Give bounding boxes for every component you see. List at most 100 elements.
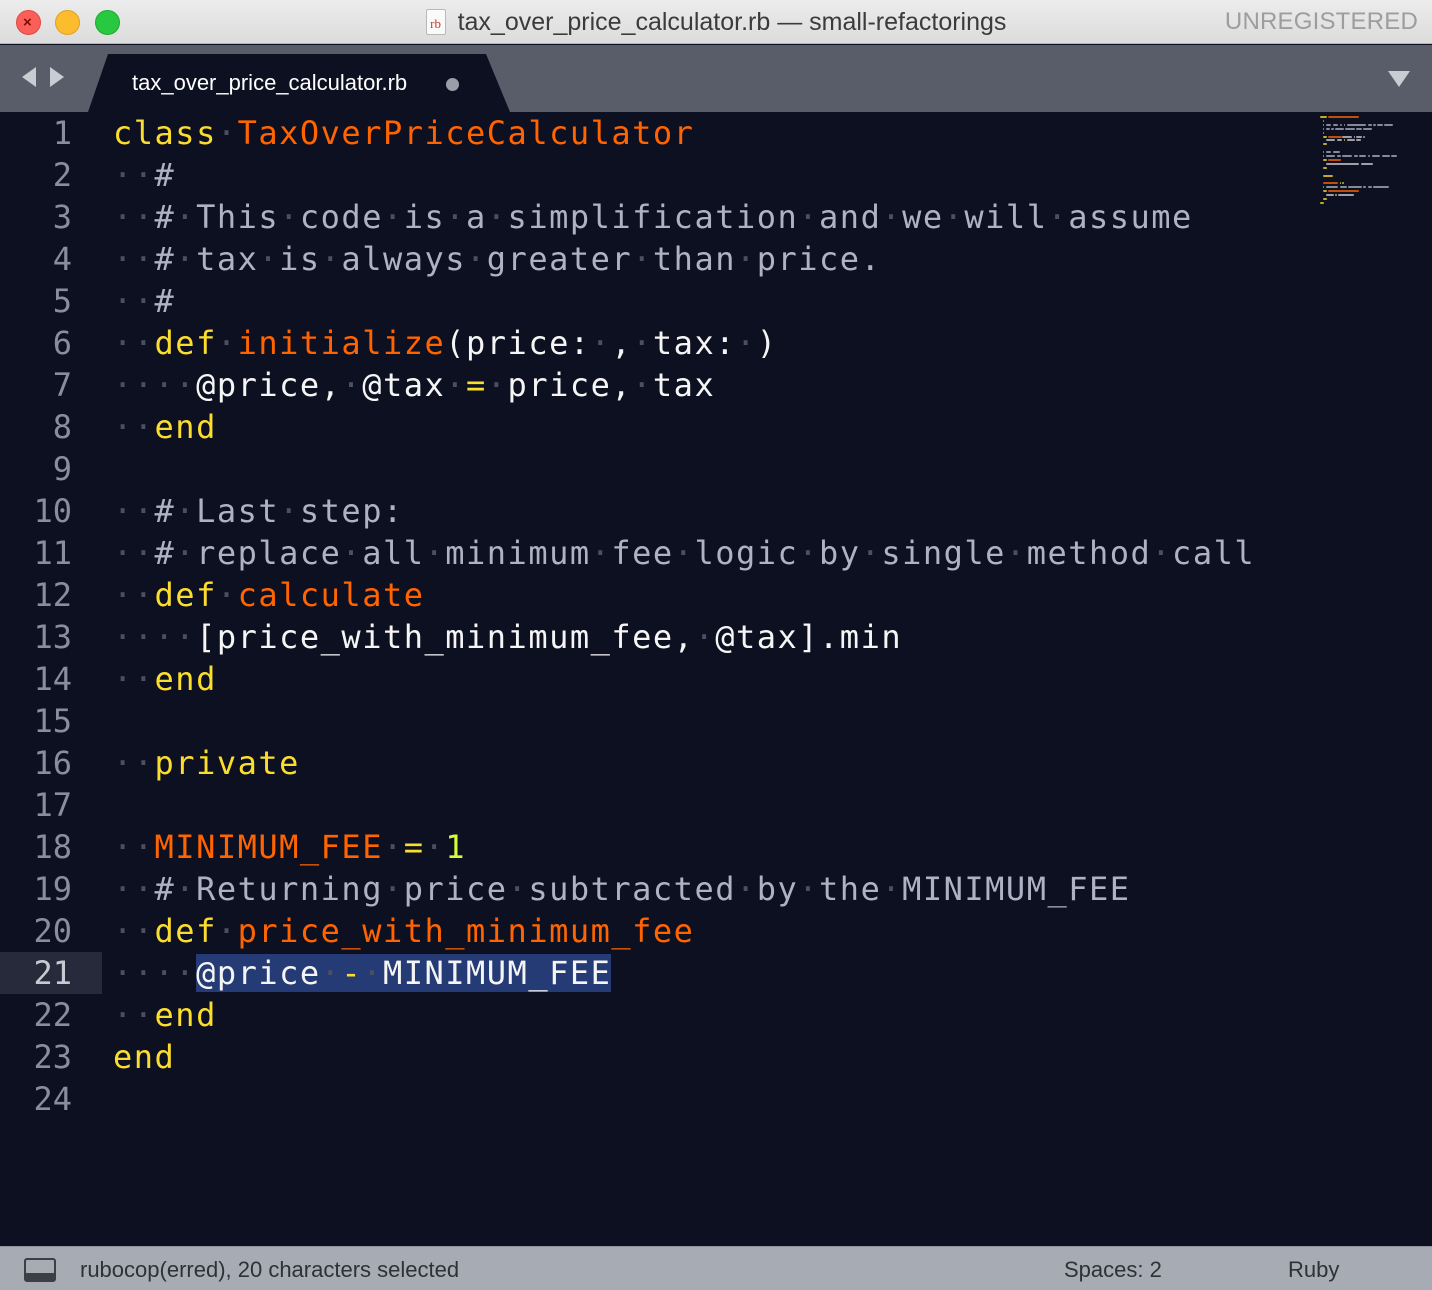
back-arrow-icon[interactable] [22, 67, 36, 87]
line-number: 8 [52, 408, 72, 446]
code-token: · [673, 534, 695, 572]
code-token: a [466, 198, 487, 236]
code-line[interactable]: ··#·replace·all·minimum·fee·logic·by·sin… [113, 532, 1255, 574]
code-line[interactable]: ··def·price_with_minimum_fee [113, 910, 694, 952]
code-token: ·· [113, 912, 155, 950]
code-line[interactable]: ··#·tax·is·always·greater·than·price. [113, 238, 881, 280]
indentation-setting[interactable]: Spaces: 2 [1064, 1257, 1162, 1283]
code-token: · [632, 366, 653, 404]
code-token: end [154, 660, 217, 698]
code-token: assume [1068, 198, 1193, 236]
minimap-token [1373, 186, 1389, 189]
code-token: · [735, 870, 757, 908]
minimap-token [1335, 127, 1344, 130]
close-window-button[interactable]: × [16, 10, 41, 35]
code-editor[interactable]: 1 2 3 4 5 6 7 8 9 10 11 12 13 14 15 16 17 18 19 20 21 22 23 24 … [0, 112, 1432, 1246]
code-line[interactable]: ····@price·-·MINIMUM_FEE [113, 952, 612, 994]
code-token: code [299, 198, 383, 236]
syntax-selector[interactable]: Ruby [1288, 1257, 1339, 1283]
status-message: rubocop(erred), 20 characters selected [80, 1257, 460, 1282]
tab-label: tax_over_price_calculator.rb [132, 70, 408, 95]
code-token: ·· [113, 492, 155, 530]
code-line[interactable]: end [113, 1036, 175, 1078]
minimap-token [1322, 155, 1325, 157]
minimap[interactable] [1316, 112, 1432, 1246]
tab-list-dropdown-icon[interactable] [1388, 71, 1410, 87]
code-token: · [798, 534, 820, 572]
panel-toggle-icon[interactable] [24, 1258, 56, 1282]
code-token: def [154, 912, 217, 950]
code-token: simplification [507, 198, 799, 236]
code-token: 1 [445, 828, 467, 866]
minimap-token [1343, 123, 1346, 126]
code-token: - [341, 954, 363, 992]
code-line[interactable]: ····[price_with_minimum_fee,·@tax].min [113, 616, 902, 658]
code-token: # [154, 870, 176, 908]
minimap-token [1373, 123, 1376, 126]
minimap-token [1356, 127, 1362, 130]
code-line[interactable]: class·TaxOverPriceCalculator [113, 112, 694, 154]
line-number: 11 [33, 534, 72, 572]
code-token: · [590, 534, 612, 572]
code-token: price_with_minimum_fee [237, 912, 695, 950]
code-token: tax [196, 240, 259, 278]
code-line[interactable]: ··#·Last·step: [113, 490, 404, 532]
code-token: · [424, 828, 446, 866]
code-token: fee [611, 534, 674, 572]
code-token: ·· [113, 870, 155, 908]
code-token: · [860, 534, 882, 572]
code-line[interactable]: ··def·calculate [113, 574, 424, 616]
code-token: This [196, 198, 280, 236]
code-line[interactable]: ··# [113, 154, 175, 196]
code-token: def [154, 576, 217, 614]
code-token: · [424, 534, 446, 572]
code-token: · [445, 198, 467, 236]
code-line[interactable]: ··def·initialize(price:·,·tax:·) [113, 322, 778, 364]
minimap-token [1339, 186, 1347, 189]
code-token: · [320, 240, 342, 278]
code-token: and [819, 198, 882, 236]
code-token: · [1047, 198, 1069, 236]
code-token: the [819, 870, 882, 908]
code-token: Last [196, 492, 280, 530]
unsaved-changes-dot-icon[interactable] [446, 78, 459, 91]
code-token: method [1026, 534, 1152, 572]
forward-arrow-icon[interactable] [50, 67, 64, 87]
code-token: · [632, 324, 653, 362]
maximize-window-button[interactable] [95, 10, 120, 35]
minimap-token [1325, 151, 1332, 154]
minimap-token [1371, 155, 1381, 157]
code-token: [price_with_minimum_fee, [196, 618, 695, 656]
close-icon: × [23, 14, 32, 31]
code-line[interactable]: ··#·This·code·is·a·simplification·and·we… [113, 196, 1193, 238]
code-token: initialize [237, 324, 446, 362]
code-token: = [403, 828, 425, 866]
code-token: ·· [113, 828, 155, 866]
code-token: than [652, 240, 736, 278]
code-line[interactable]: ····@price,·@tax·=·price,·tax [113, 364, 715, 406]
code-line[interactable]: ··# [113, 280, 175, 322]
code-line[interactable]: ··end [113, 994, 217, 1036]
code-token: · [466, 240, 487, 278]
minimap-token [1363, 186, 1367, 189]
code-token: Returning [196, 870, 383, 908]
minimap-token [1381, 155, 1390, 157]
minimize-window-button[interactable] [55, 10, 80, 35]
code-token: ·· [113, 240, 155, 278]
code-line[interactable]: ··MINIMUM_FEE·=·1 [113, 826, 466, 868]
code-line[interactable]: ··end [113, 658, 217, 700]
tab-tax-over-price-calculator[interactable]: tax_over_price_calculator.rb [88, 54, 510, 112]
window-title: tax_over_price_calculator.rb — small-ref… [457, 7, 1007, 36]
minimap-token [1342, 135, 1353, 138]
code-line[interactable]: ··end [113, 406, 217, 448]
code-token: logic [694, 534, 799, 572]
code-line[interactable]: ··#·Returning·price·subtracted·by·the·MI… [113, 868, 1131, 910]
code-token: is [279, 240, 321, 278]
code-token: ·· [113, 156, 155, 194]
code-token: subtracted [528, 870, 736, 908]
minimap-token [1322, 182, 1339, 185]
code-line[interactable]: ··private [113, 742, 300, 784]
minimap-token [1342, 182, 1344, 185]
code-token: , [611, 324, 633, 362]
code-token: @price [196, 954, 321, 992]
